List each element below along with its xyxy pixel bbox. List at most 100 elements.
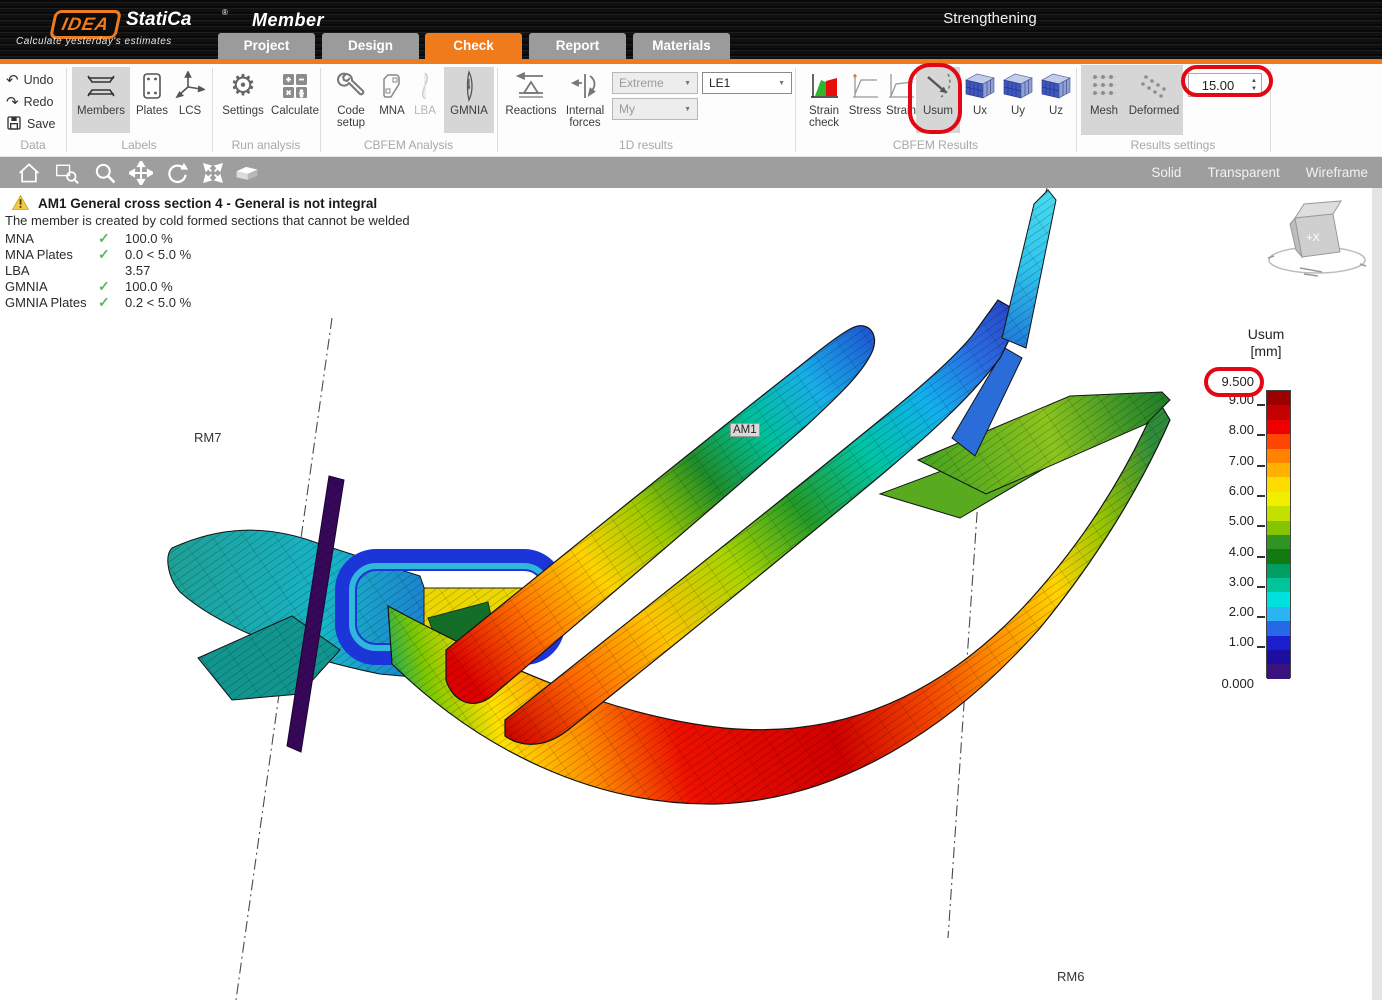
lcs-icon (175, 67, 205, 105)
group-label-data: Data (0, 138, 66, 154)
logo-tagline: Calculate yesterday's estimates (16, 36, 172, 47)
save-label: Save (27, 117, 56, 131)
tab-materials[interactable]: Materials (633, 33, 730, 59)
redo-label: Redo (24, 95, 54, 109)
tab-project[interactable]: Project (218, 33, 315, 59)
save-button[interactable]: Save (6, 114, 56, 134)
box-icon (234, 162, 260, 184)
legend-tick: 4.00 (1214, 544, 1254, 559)
annotation-circle-scale (1181, 65, 1273, 97)
home-view-button[interactable] (14, 159, 44, 186)
zoom-window-icon (54, 161, 80, 185)
calculate-icon (281, 67, 309, 105)
lcs-button[interactable]: LCS (172, 67, 208, 133)
registered-mark: ® (222, 8, 228, 17)
magnifier-icon (93, 161, 117, 185)
lba-button[interactable]: LBA (408, 67, 442, 133)
deformed-button[interactable]: Deformed (1126, 67, 1182, 133)
redo-button[interactable]: ↷ Redo (6, 92, 53, 112)
svg-text:+X: +X (1306, 232, 1320, 244)
my-dropdown[interactable]: My ▼ (612, 98, 698, 120)
mna-icon (380, 67, 404, 105)
rotate-icon (165, 161, 189, 185)
tab-design[interactable]: Design (322, 33, 419, 59)
zoom-button[interactable] (90, 159, 120, 186)
warning-title: AM1 General cross section 4 - General is… (38, 196, 377, 211)
check-icon: ✓ (98, 278, 118, 295)
redo-icon: ↷ (6, 95, 19, 110)
uy-label: Uy (1011, 105, 1025, 117)
warning-icon (12, 195, 29, 215)
group-label-1d-results: 1D results (497, 138, 795, 154)
uz-button[interactable]: Uz (1039, 67, 1073, 133)
check-icon: ✓ (98, 230, 118, 247)
stress-button[interactable]: Stress (847, 67, 883, 133)
fit-view-button[interactable] (198, 159, 228, 186)
plates-button[interactable]: Plates (133, 67, 171, 133)
legend-title: Usum (1240, 326, 1292, 342)
load-effect-dropdown[interactable]: LE1 ▼ (702, 72, 792, 94)
mode-transparent[interactable]: Transparent (1207, 165, 1279, 180)
settings-button[interactable]: ⚙ Settings (218, 67, 268, 133)
tab-report[interactable]: Report (529, 33, 626, 59)
strain-check-icon (809, 67, 839, 105)
internal-forces-button[interactable]: Internal forces (560, 67, 610, 133)
stress-icon (851, 67, 879, 105)
legend-unit: [mm] (1240, 343, 1292, 359)
legend-tick: 5.00 (1214, 513, 1254, 528)
status-row-mna: MNA✓100.0 % (5, 231, 245, 247)
pan-button[interactable] (126, 159, 156, 186)
legend-min-value: 0.000 (1208, 676, 1254, 691)
reactions-button[interactable]: Reactions (503, 67, 559, 133)
mesh-icon (1089, 67, 1119, 105)
mna-label: MNA (379, 105, 405, 117)
member-label-am1: AM1 (730, 423, 760, 437)
ux-button[interactable]: Ux (963, 67, 997, 133)
mode-wireframe[interactable]: Wireframe (1306, 165, 1368, 180)
statica-logo-text: StatiCa (126, 9, 191, 31)
status-row-lba: LBA✓3.57 (5, 263, 245, 279)
plates-icon (140, 67, 164, 105)
chevron-down-icon: ▼ (684, 106, 691, 113)
check-icon: ✓ (98, 294, 118, 311)
uy-button[interactable]: Uy (1001, 67, 1035, 133)
status-row-gmnia-plates: GMNIA Plates✓0.2 < 5.0 % (5, 295, 245, 311)
undo-icon: ↶ (6, 73, 19, 88)
uz-icon (1040, 67, 1072, 105)
code-setup-button[interactable]: Code setup (328, 67, 374, 133)
undo-button[interactable]: ↶ Undo (6, 70, 53, 90)
annotation-circle-usum (908, 63, 962, 134)
gmnia-label: GMNIA (450, 105, 488, 117)
zoom-window-button[interactable] (52, 159, 82, 186)
status-row-mna-plates: MNA Plates✓0.0 < 5.0 % (5, 247, 245, 263)
undo-label: Undo (24, 73, 54, 87)
my-dropdown-value: My (619, 102, 635, 116)
chevron-down-icon: ▼ (778, 80, 785, 87)
solid-box-button[interactable] (232, 159, 262, 186)
mesh-label: Mesh (1090, 105, 1118, 117)
gmnia-button[interactable]: GMNIA (444, 67, 494, 133)
module-title: Member (252, 10, 324, 31)
member-label-rm7: RM7 (194, 430, 221, 445)
idea-logo: IDEA (49, 10, 122, 39)
group-label-cbfem-analysis: CBFEM Analysis (320, 138, 497, 154)
home-icon (17, 161, 41, 185)
navigation-cube[interactable]: +X (1268, 201, 1366, 276)
ribbon: ↶ Undo ↷ Redo Save Data Members Plates L… (0, 64, 1382, 157)
strain-check-button[interactable]: Strain check (803, 67, 845, 133)
status-row-gmnia: GMNIA✓100.0 % (5, 279, 245, 295)
legend-tick: 7.00 (1214, 453, 1254, 468)
extreme-dropdown[interactable]: Extreme ▼ (612, 72, 698, 94)
check-icon: ✓ (98, 246, 118, 263)
tab-check[interactable]: Check (425, 33, 522, 59)
mesh-button[interactable]: Mesh (1083, 67, 1125, 133)
mna-button[interactable]: MNA (376, 67, 408, 133)
calculate-button[interactable]: Calculate (268, 67, 322, 133)
calculate-label: Calculate (271, 105, 319, 117)
mode-solid[interactable]: Solid (1151, 165, 1181, 180)
model-canvas: +X AM1 General cross section 4 - General… (0, 188, 1382, 1000)
gmnia-icon (459, 67, 479, 105)
lba-icon (415, 67, 435, 105)
rotate-button[interactable] (162, 159, 192, 186)
members-button[interactable]: Members (72, 67, 130, 133)
